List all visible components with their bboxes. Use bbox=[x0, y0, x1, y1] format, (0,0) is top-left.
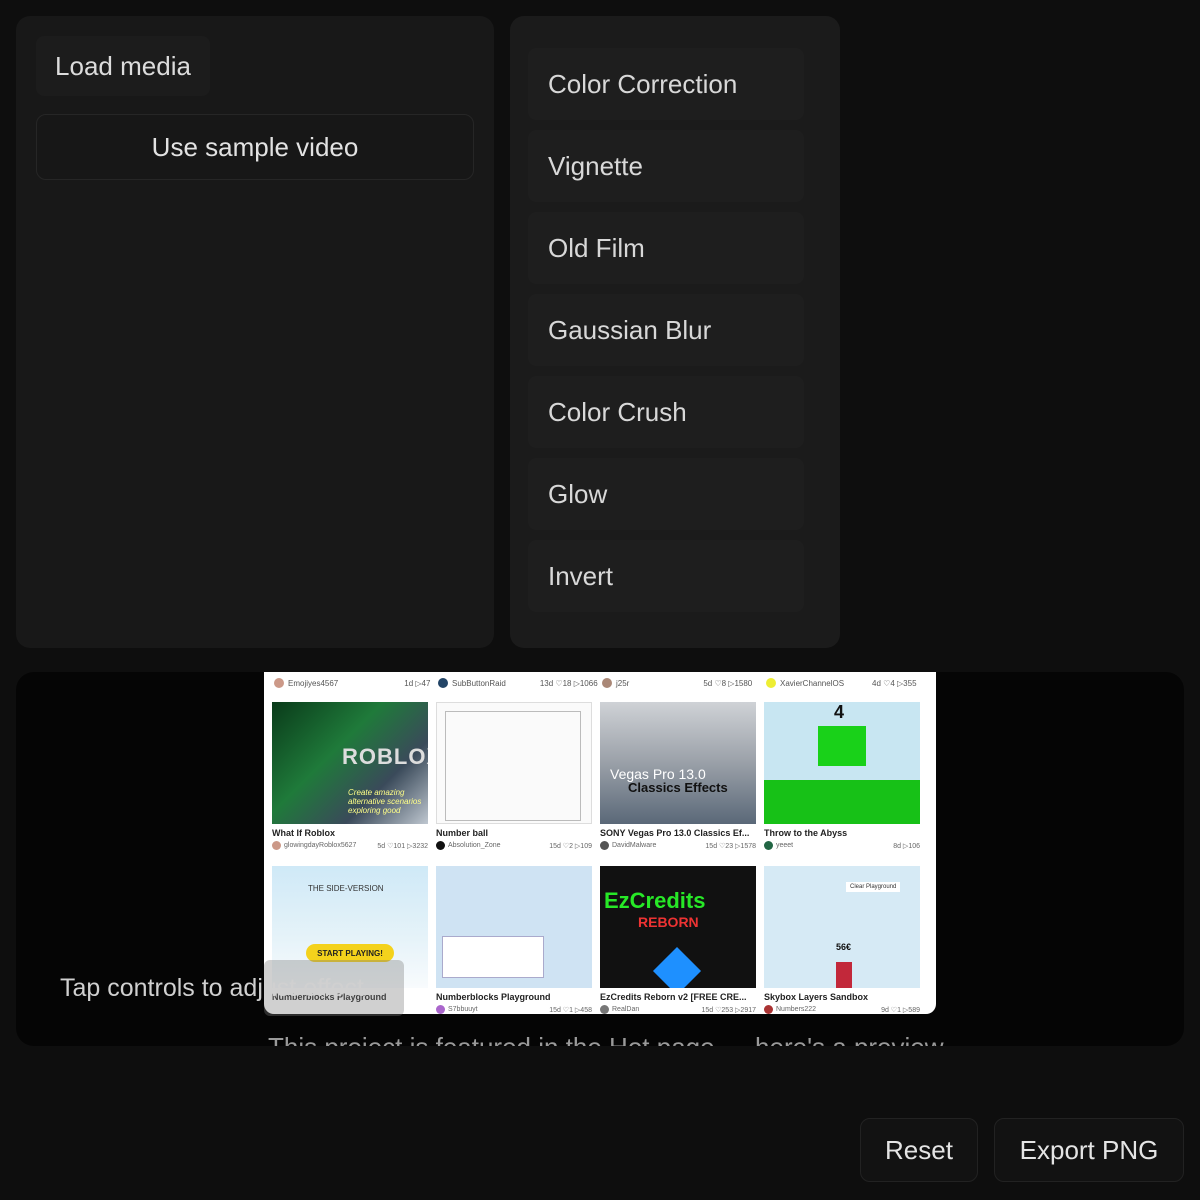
top-user-1: Emojiyes4567 bbox=[288, 678, 339, 688]
use-sample-video-button[interactable]: Use sample video bbox=[36, 114, 474, 180]
project-card[interactable]: Number ball Absolution_Zone 15d ♡2 ▷109 bbox=[436, 702, 592, 850]
top-user-3: j25r bbox=[616, 678, 630, 688]
project-thumbnail bbox=[436, 702, 592, 824]
project-meta: glowingdayRoblox5627 5d ♡101 ▷3232 bbox=[272, 841, 428, 850]
project-stats: 5d ♡101 ▷3232 bbox=[377, 842, 428, 850]
project-card[interactable]: Clear Playground 56€ Skybox Layers Sandb… bbox=[764, 866, 920, 1014]
reset-button[interactable]: Reset bbox=[860, 1118, 978, 1182]
top-row-meta-4: XavierChannelOS 4d ♡4 ▷355 bbox=[766, 678, 917, 688]
project-title: Number ball bbox=[436, 828, 489, 838]
effect-gaussian-blur[interactable]: Gaussian Blur bbox=[528, 294, 804, 366]
project-card[interactable]: Numberblocks Playground S7bbuuyt 15d ♡1 ▷… bbox=[436, 866, 592, 1014]
thumb-text: EzCredits bbox=[604, 888, 706, 913]
project-thumbnail bbox=[436, 866, 592, 988]
preview-canvas[interactable]: Emojiyes4567 1d ▷47 SubButtonRaid 13d ♡18 … bbox=[16, 672, 1184, 1046]
project-meta: S7bbuuyt 15d ♡1 ▷458 bbox=[436, 1005, 592, 1014]
project-thumbnail: Clear Playground 56€ bbox=[764, 866, 920, 988]
top-row-meta-3: j25r 5d ♡8 ▷1580 bbox=[602, 678, 752, 688]
preview-caption: This project is featured in the Hot page… bbox=[268, 1032, 944, 1046]
top-user-2: SubButtonRaid bbox=[452, 678, 506, 688]
project-card[interactable]: ROBLOX Create amazing alternative scenar… bbox=[272, 702, 428, 850]
thumb-caption: Classics Effects bbox=[628, 780, 728, 795]
top-stats-3: 5d ♡8 ▷1580 bbox=[703, 678, 753, 688]
effect-vignette[interactable]: Vignette bbox=[528, 130, 804, 202]
project-meta: RealDan 15d ♡253 ▷2917 bbox=[600, 1005, 756, 1014]
project-thumbnail: 4 bbox=[764, 702, 920, 824]
project-user: Numbers222 bbox=[776, 1006, 817, 1013]
thumb-text: THE SIDE-VERSION bbox=[308, 884, 384, 893]
project-meta: DavidMalware 15d ♡23 ▷1578 bbox=[600, 841, 756, 850]
project-user: glowingdayRoblox5627 bbox=[284, 842, 357, 849]
project-thumbnail: Vegas Pro 13.0 Classics Effects bbox=[600, 702, 756, 824]
effect-old-film[interactable]: Old Film bbox=[528, 212, 804, 284]
project-stats: 8d ▷106 bbox=[893, 842, 920, 850]
thumb-caption: Create amazing alternative scenarios exp… bbox=[348, 788, 422, 815]
thumb-caption: 56€ bbox=[836, 942, 852, 952]
effects-panel: Color Correction Vignette Old Film Gauss… bbox=[510, 16, 840, 648]
project-card[interactable]: EzCredits REBORN EzCredits Reborn v2 [FR… bbox=[600, 866, 756, 1014]
project-meta: Absolution_Zone 15d ♡2 ▷109 bbox=[436, 841, 592, 850]
effect-color-correction[interactable]: Color Correction bbox=[528, 48, 804, 120]
project-stats: 15d ♡2 ▷109 bbox=[549, 842, 592, 850]
project-title: What If Roblox bbox=[272, 828, 335, 838]
load-media-button[interactable]: Load media bbox=[36, 36, 210, 96]
top-stats-4: 4d ♡4 ▷355 bbox=[872, 678, 917, 688]
thumb-text: 4 bbox=[834, 702, 845, 722]
project-card[interactable]: 4 Throw to the Abyss yeeet 8d ▷106 bbox=[764, 702, 920, 850]
thumb-text: Clear Playground bbox=[846, 882, 901, 892]
project-title: EzCredits Reborn v2 [FREE CRE... bbox=[600, 992, 747, 1002]
thumb-text: ROBLOX bbox=[342, 744, 428, 769]
project-title: Skybox Layers Sandbox bbox=[764, 992, 869, 1002]
project-user: S7bbuuyt bbox=[448, 1006, 478, 1013]
project-thumbnail: EzCredits REBORN bbox=[600, 866, 756, 988]
project-user: DavidMalware bbox=[612, 842, 657, 849]
effect-glow[interactable]: Glow bbox=[528, 458, 804, 530]
project-title: Throw to the Abyss bbox=[764, 828, 848, 838]
top-row-meta-1: Emojiyes4567 1d ▷47 bbox=[274, 678, 430, 688]
project-title: SONY Vegas Pro 13.0 Classics Ef... bbox=[600, 828, 750, 838]
export-png-button[interactable]: Export PNG bbox=[994, 1118, 1184, 1182]
top-row-meta-2: SubButtonRaid 13d ♡18 ▷1066 bbox=[438, 678, 598, 688]
project-stats: 15d ♡253 ▷2917 bbox=[701, 1006, 756, 1014]
top-stats-2: 13d ♡18 ▷1066 bbox=[539, 678, 598, 688]
project-user: yeeet bbox=[776, 842, 794, 849]
effect-invert[interactable]: Invert bbox=[528, 540, 804, 612]
project-user: RealDan bbox=[612, 1006, 640, 1013]
project-card[interactable]: Vegas Pro 13.0 Classics Effects SONY Veg… bbox=[600, 702, 756, 850]
project-title: Numberblocks Playground bbox=[436, 992, 551, 1002]
preview-hint: Tap controls to adjust effect bbox=[60, 974, 364, 1002]
project-meta: yeeet 8d ▷106 bbox=[764, 841, 920, 850]
project-user: Absolution_Zone bbox=[448, 842, 501, 849]
top-user-4: XavierChannelOS bbox=[780, 678, 845, 688]
effect-color-crush[interactable]: Color Crush bbox=[528, 376, 804, 448]
project-stats: 9d ♡1 ▷589 bbox=[881, 1006, 920, 1014]
project-stats: 15d ♡23 ▷1578 bbox=[705, 842, 756, 850]
top-stats-1: 1d ▷47 bbox=[404, 678, 431, 688]
media-panel: Load media Use sample video bbox=[16, 16, 494, 648]
project-stats: 15d ♡1 ▷458 bbox=[549, 1006, 592, 1014]
project-thumbnail: ROBLOX Create amazing alternative scenar… bbox=[272, 702, 428, 824]
project-meta: Numbers222 9d ♡1 ▷589 bbox=[764, 1005, 920, 1014]
thumb-caption: REBORN bbox=[638, 914, 699, 930]
